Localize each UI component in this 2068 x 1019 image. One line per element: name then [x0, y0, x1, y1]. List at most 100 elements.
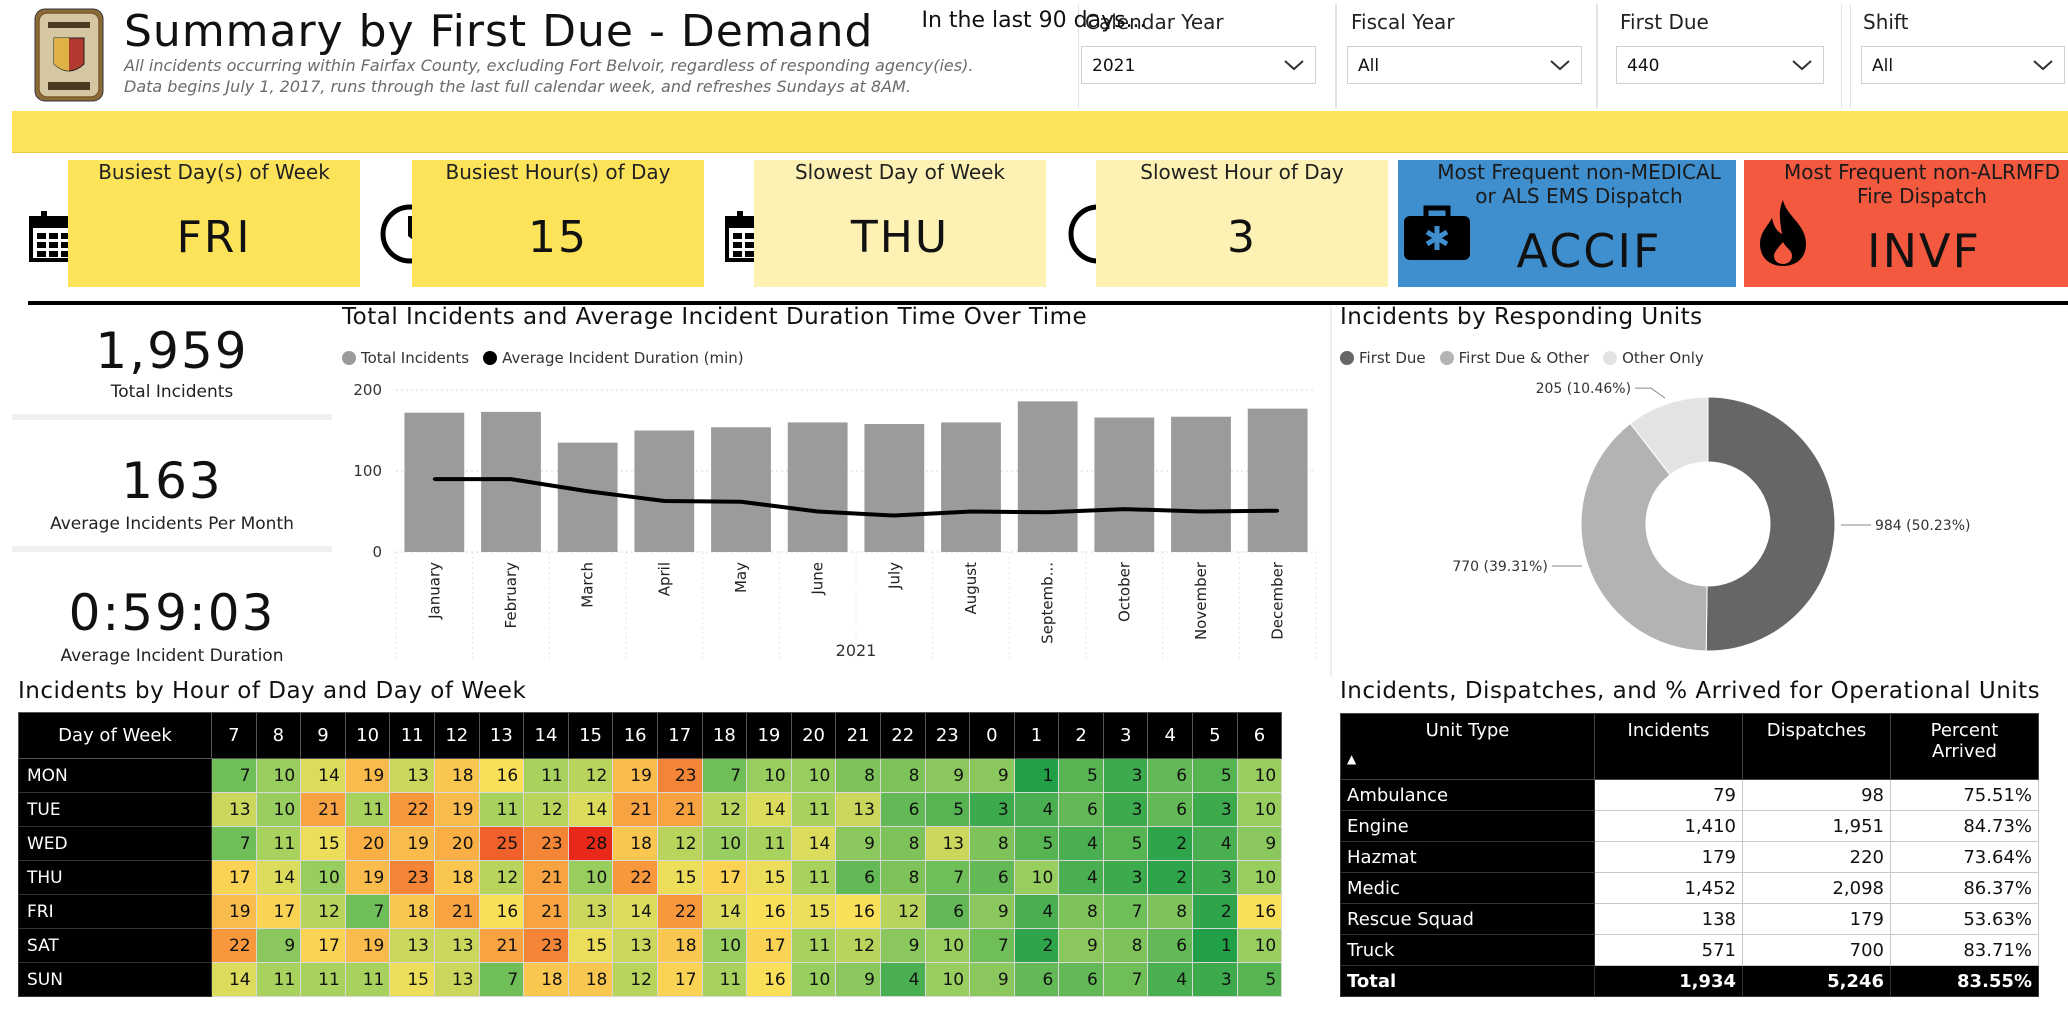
heatmap-cell[interactable]: 6 — [879, 792, 926, 827]
heatmap-cell[interactable]: 23 — [656, 758, 703, 793]
heatmap-cell[interactable]: 11 — [790, 860, 837, 895]
shift-dropdown[interactable]: All — [1861, 46, 2065, 84]
heatmap-cell[interactable]: 22 — [612, 860, 658, 895]
heatmap-cell[interactable]: 11 — [746, 826, 792, 861]
heatmap-cell[interactable]: 21 — [612, 792, 658, 827]
legend-item-avg-duration[interactable]: Average Incident Duration (min) — [483, 349, 744, 367]
heatmap-cell[interactable]: 17 — [746, 928, 792, 963]
heatmap-cell[interactable]: 21 — [656, 792, 703, 827]
heatmap-cell[interactable]: 17 — [211, 860, 257, 895]
heatmap-cell[interactable]: 13 — [924, 826, 971, 861]
heatmap-cell[interactable]: 18 — [389, 894, 435, 929]
heatmap-hour-header[interactable]: 4 — [1147, 712, 1194, 759]
heatmap-cell[interactable]: 23 — [523, 826, 569, 861]
heatmap-cell[interactable]: 3 — [1102, 792, 1149, 827]
heatmap-cell[interactable]: 4 — [1058, 826, 1104, 861]
heatmap-cell[interactable]: 10 — [255, 758, 302, 793]
heatmap-cell[interactable]: 7 — [478, 962, 525, 997]
heatmap-cell[interactable]: 14 — [701, 894, 748, 929]
heatmap-hour-header[interactable]: 2 — [1058, 712, 1104, 759]
heatmap-hour-header[interactable]: 13 — [478, 712, 525, 759]
heatmap-cell[interactable]: 18 — [523, 962, 569, 997]
heatmap-cell[interactable]: 13 — [433, 928, 480, 963]
incidents-header[interactable]: Incidents — [1594, 713, 1743, 780]
heatmap-cell[interactable]: 17 — [656, 962, 703, 997]
heatmap-cell[interactable]: 6 — [969, 860, 1015, 895]
heatmap-cell[interactable]: 13 — [612, 928, 658, 963]
heatmap-cell[interactable]: 8 — [1147, 894, 1194, 929]
table-row[interactable]: Truck 571 700 83.71% — [1340, 934, 2039, 966]
heatmap-cell[interactable]: 6 — [1058, 962, 1104, 997]
heatmap-hour-header[interactable]: 10 — [344, 712, 391, 759]
heatmap-hour-header[interactable]: 20 — [790, 712, 837, 759]
heatmap-cell[interactable]: 4 — [1013, 792, 1060, 827]
heatmap-cell[interactable]: 16 — [835, 894, 881, 929]
heatmap-cell[interactable]: 9 — [969, 962, 1015, 997]
heatmap-cell[interactable]: 15 — [389, 962, 435, 997]
heatmap-cell[interactable]: 7 — [969, 928, 1015, 963]
heatmap-cell[interactable]: 6 — [1147, 792, 1194, 827]
heatmap-cell[interactable]: 17 — [701, 860, 748, 895]
heatmap-cell[interactable]: 11 — [701, 962, 748, 997]
heatmap-cell[interactable]: 7 — [211, 758, 257, 793]
heatmap-cell[interactable]: 19 — [389, 826, 435, 861]
table-row[interactable]: Hazmat 179 220 73.64% — [1340, 841, 2039, 873]
heatmap-cell[interactable]: 10 — [300, 860, 346, 895]
heatmap-hour-header[interactable]: 18 — [701, 712, 748, 759]
heatmap-cell[interactable]: 10 — [1236, 928, 1283, 963]
first-due-dropdown[interactable]: 440 — [1616, 46, 1824, 84]
heatmap-cell[interactable]: 8 — [879, 758, 926, 793]
heatmap-cell[interactable]: 12 — [835, 928, 881, 963]
heatmap-cell[interactable]: 13 — [433, 962, 480, 997]
heatmap-hour-header[interactable]: 19 — [746, 712, 792, 759]
heatmap-cell[interactable]: 8 — [835, 758, 881, 793]
heatmap-cell[interactable]: 16 — [478, 758, 525, 793]
heatmap-cell[interactable]: 10 — [790, 962, 837, 997]
heatmap-cell[interactable]: 10 — [790, 758, 837, 793]
heatmap-cell[interactable]: 10 — [924, 928, 971, 963]
heatmap-cell[interactable]: 9 — [969, 894, 1015, 929]
heatmap-cell[interactable]: 22 — [211, 928, 257, 963]
heatmap-cell[interactable]: 21 — [300, 792, 346, 827]
heatmap-cell[interactable]: 19 — [612, 758, 658, 793]
heatmap-cell[interactable]: 11 — [255, 826, 302, 861]
heatmap-cell[interactable]: 28 — [567, 826, 614, 861]
heatmap-cell[interactable]: 16 — [1236, 894, 1283, 929]
heatmap-cell[interactable]: 17 — [300, 928, 346, 963]
heatmap-cell[interactable]: 11 — [255, 962, 302, 997]
heatmap-cell[interactable]: 2 — [1147, 860, 1194, 895]
heatmap-cell[interactable]: 21 — [433, 894, 480, 929]
heatmap-day-header[interactable]: Day of Week — [18, 712, 212, 759]
heatmap-cell[interactable]: 4 — [879, 962, 926, 997]
heatmap-cell[interactable]: 11 — [344, 792, 391, 827]
heatmap-cell[interactable]: 7 — [344, 894, 391, 929]
heatmap-cell[interactable]: 7 — [211, 826, 257, 861]
heatmap-cell[interactable]: 15 — [790, 894, 837, 929]
heatmap-hour-header[interactable]: 16 — [612, 712, 658, 759]
heatmap-cell[interactable]: 8 — [879, 860, 926, 895]
heatmap-cell[interactable]: 12 — [300, 894, 346, 929]
heatmap-cell[interactable]: 12 — [701, 792, 748, 827]
heatmap-cell[interactable]: 23 — [389, 860, 435, 895]
heatmap-hour-header[interactable]: 7 — [211, 712, 257, 759]
heatmap-cell[interactable]: 11 — [478, 792, 525, 827]
heatmap-cell[interactable]: 11 — [790, 928, 837, 963]
table-total-row[interactable]: Total 1,934 5,246 83.55% — [1340, 965, 2039, 997]
heatmap-cell[interactable]: 13 — [835, 792, 881, 827]
heatmap-cell[interactable]: 21 — [478, 928, 525, 963]
heatmap-cell[interactable]: 20 — [433, 826, 480, 861]
heatmap-cell[interactable]: 14 — [255, 860, 302, 895]
heatmap-cell[interactable]: 12 — [612, 962, 658, 997]
legend-item-other-only[interactable]: Other Only — [1603, 349, 1704, 367]
heatmap-cell[interactable]: 11 — [344, 962, 391, 997]
heatmap-cell[interactable]: 19 — [344, 928, 391, 963]
heatmap-cell[interactable]: 5 — [924, 792, 971, 827]
heatmap-cell[interactable]: 3 — [1192, 962, 1238, 997]
heatmap-cell[interactable]: 7 — [701, 758, 748, 793]
heatmap-cell[interactable]: 15 — [567, 928, 614, 963]
heatmap-cell[interactable]: 14 — [300, 758, 346, 793]
heatmap-cell[interactable]: 9 — [835, 826, 881, 861]
heatmap-cell[interactable]: 10 — [746, 758, 792, 793]
heatmap-cell[interactable]: 5 — [1102, 826, 1149, 861]
heatmap-cell[interactable]: 18 — [656, 928, 703, 963]
